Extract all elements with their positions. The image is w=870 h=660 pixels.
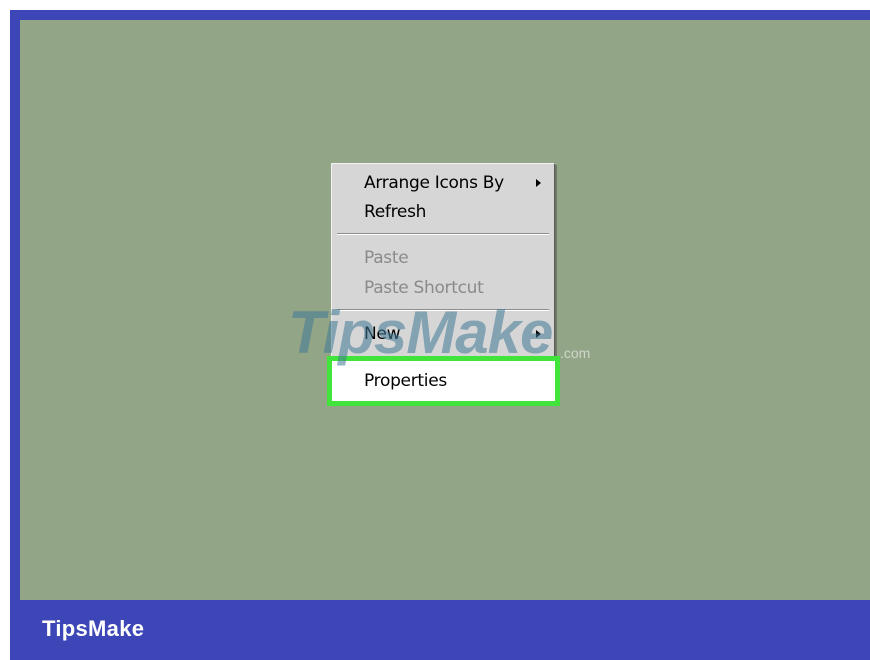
menu-item-refresh[interactable]: Refresh (333, 198, 553, 226)
menu-item-paste[interactable]: Paste (333, 244, 553, 272)
menu-item-label: Arrange Icons By (364, 173, 504, 193)
brand-label: TipsMake (42, 616, 145, 641)
menu-item-label: Properties (364, 371, 447, 391)
submenu-arrow-icon (536, 179, 541, 187)
menu-item-arrange-icons-by[interactable]: Arrange Icons By (333, 169, 553, 197)
menu-item-properties[interactable]: Properties (327, 356, 560, 406)
footer-bar: TipsMake (10, 600, 870, 660)
menu-item-paste-shortcut[interactable]: Paste Shortcut (333, 274, 553, 302)
menu-item-label: Paste Shortcut (364, 278, 484, 298)
menu-separator (337, 309, 549, 311)
menu-separator (337, 233, 549, 235)
menu-item-label: New (364, 324, 401, 344)
menu-item-new[interactable]: New (333, 320, 553, 348)
menu-item-label: Paste (364, 248, 409, 268)
submenu-arrow-icon (536, 330, 541, 338)
menu-item-label: Refresh (364, 202, 427, 222)
